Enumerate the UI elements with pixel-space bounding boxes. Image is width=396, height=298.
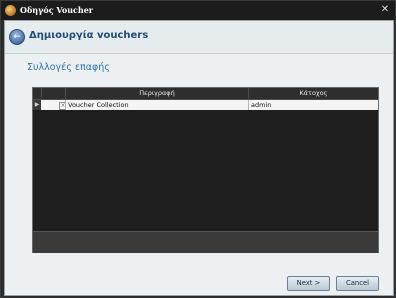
grid-footer [33,231,378,253]
header-select-column[interactable] [42,88,66,99]
title-bar[interactable]: Οδηγός Voucher ✕ [1,1,395,20]
close-icon[interactable]: ✕ [379,4,391,15]
owner-cell: admin [251,101,272,109]
description-cell: Voucher Collection [66,100,249,110]
select-cell: × [42,100,66,110]
section-title: Συλλογές επαφής [27,62,110,73]
row-checkbox[interactable]: × [59,102,65,110]
page-title: Δημιουργία vouchers [29,30,149,41]
window-title: Οδηγός Voucher [20,5,94,15]
wizard-header: ← Δημιουργία vouchers [5,21,393,54]
next-button[interactable]: Next > [287,276,330,291]
app-icon [5,5,16,16]
collections-grid: Περιγραφή Κάτοχος ▶ × Voucher Collection… [32,87,379,253]
grid-header: Περιγραφή Κάτοχος [33,88,378,100]
table-row[interactable]: ▶ × Voucher Collection admin [33,100,378,110]
header-indicator-column [33,88,42,99]
wizard-window: Οδηγός Voucher ✕ ← Δημιουργία vouchers Σ… [0,0,396,298]
header-description-column[interactable]: Περιγραφή [66,88,249,99]
wizard-content: ← Δημιουργία vouchers Συλλογές επαφής Πε… [4,20,394,296]
row-indicator-icon: ▶ [33,100,41,110]
header-owner-column[interactable]: Κάτοχος [249,88,378,99]
cancel-button[interactable]: Cancel [336,276,379,291]
back-arrow-icon[interactable]: ← [9,29,25,45]
